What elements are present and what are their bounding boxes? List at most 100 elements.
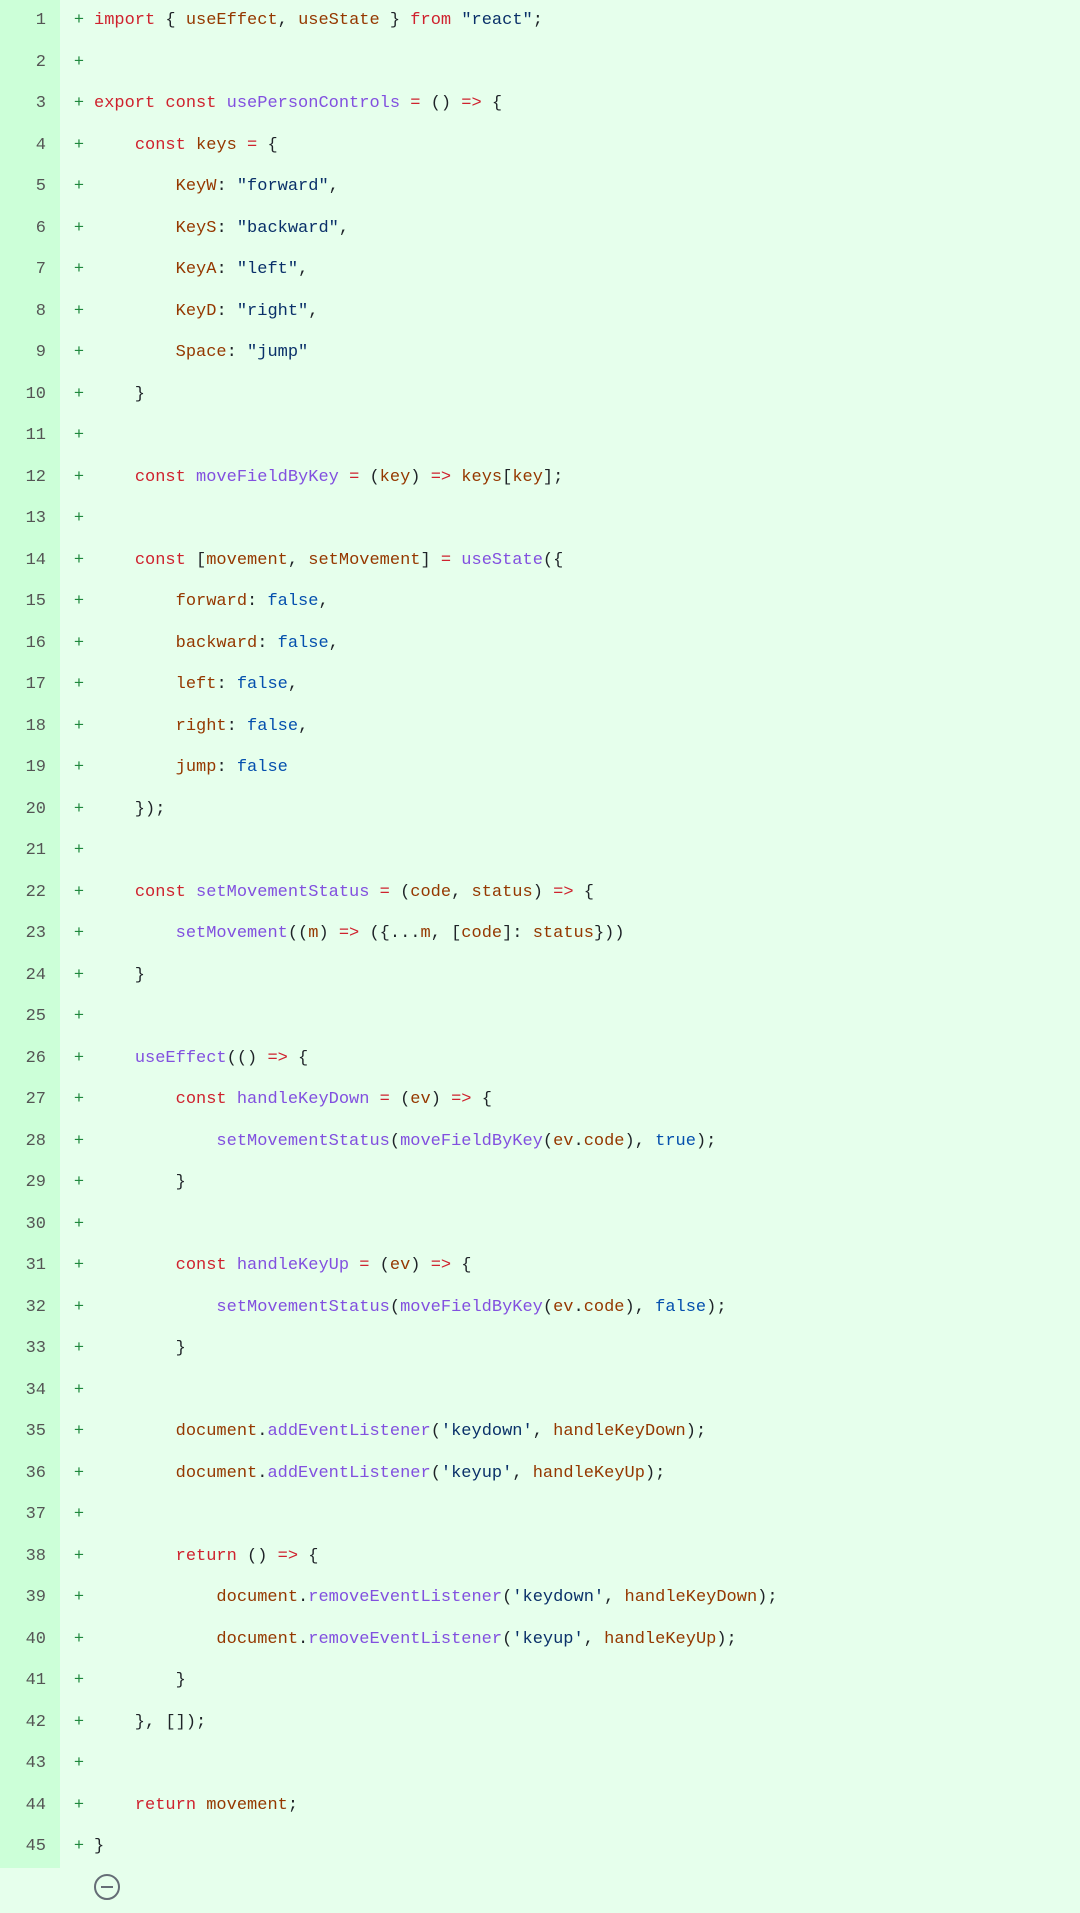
diff-line[interactable]: 24+ } [0,955,1080,997]
line-number[interactable]: 42 [0,1702,60,1744]
diff-line[interactable]: 22+ const setMovementStatus = (code, sta… [0,872,1080,914]
code-content[interactable]: } [90,374,1080,416]
diff-line[interactable]: 29+ } [0,1162,1080,1204]
diff-line[interactable]: 17+ left: false, [0,664,1080,706]
line-number[interactable]: 19 [0,747,60,789]
code-content[interactable]: import { useEffect, useState } from "rea… [90,0,1080,42]
line-number[interactable]: 26 [0,1038,60,1080]
code-content[interactable]: const moveFieldByKey = (key) => keys[key… [90,457,1080,499]
code-content[interactable] [90,1743,1080,1785]
code-content[interactable]: return movement; [90,1785,1080,1827]
line-number[interactable]: 34 [0,1370,60,1412]
diff-line[interactable]: 12+ const moveFieldByKey = (key) => keys… [0,457,1080,499]
code-content[interactable]: useEffect(() => { [90,1038,1080,1080]
line-number[interactable]: 17 [0,664,60,706]
code-content[interactable]: export const usePersonControls = () => { [90,83,1080,125]
line-number[interactable]: 10 [0,374,60,416]
line-number[interactable]: 23 [0,913,60,955]
line-number[interactable]: 8 [0,291,60,333]
code-content[interactable] [90,996,1080,1038]
code-content[interactable]: setMovement((m) => ({...m, [code]: statu… [90,913,1080,955]
code-content[interactable]: return () => { [90,1536,1080,1578]
line-number[interactable]: 25 [0,996,60,1038]
line-number[interactable]: 12 [0,457,60,499]
diff-line[interactable]: 34+ [0,1370,1080,1412]
diff-line[interactable]: 25+ [0,996,1080,1038]
line-number[interactable]: 28 [0,1121,60,1163]
diff-line[interactable]: 26+ useEffect(() => { [0,1038,1080,1080]
code-content[interactable]: const [movement, setMovement] = useState… [90,540,1080,582]
line-number[interactable]: 3 [0,83,60,125]
diff-line[interactable]: 20+ }); [0,789,1080,831]
code-content[interactable]: setMovementStatus(moveFieldByKey(ev.code… [90,1287,1080,1329]
diff-line[interactable]: 14+ const [movement, setMovement] = useS… [0,540,1080,582]
diff-line[interactable]: 21+ [0,830,1080,872]
diff-line[interactable]: 4+ const keys = { [0,125,1080,167]
diff-line[interactable]: 3+export const usePersonControls = () =>… [0,83,1080,125]
line-number[interactable]: 39 [0,1577,60,1619]
code-content[interactable] [90,1494,1080,1536]
line-number[interactable]: 30 [0,1204,60,1246]
diff-line[interactable]: 5+ KeyW: "forward", [0,166,1080,208]
line-number[interactable]: 7 [0,249,60,291]
diff-line[interactable]: 33+ } [0,1328,1080,1370]
diff-line[interactable]: 1+import { useEffect, useState } from "r… [0,0,1080,42]
code-content[interactable]: KeyW: "forward", [90,166,1080,208]
line-number[interactable]: 41 [0,1660,60,1702]
code-content[interactable]: } [90,1328,1080,1370]
code-content[interactable]: } [90,1162,1080,1204]
line-number[interactable]: 20 [0,789,60,831]
line-number[interactable]: 27 [0,1079,60,1121]
diff-line[interactable]: 31+ const handleKeyUp = (ev) => { [0,1245,1080,1287]
diff-line[interactable]: 13+ [0,498,1080,540]
line-number[interactable]: 29 [0,1162,60,1204]
line-number[interactable]: 1 [0,0,60,42]
diff-line[interactable]: 39+ document.removeEventListener('keydow… [0,1577,1080,1619]
code-content[interactable]: jump: false [90,747,1080,789]
code-content[interactable]: KeyD: "right", [90,291,1080,333]
diff-line[interactable]: 37+ [0,1494,1080,1536]
code-content[interactable]: setMovementStatus(moveFieldByKey(ev.code… [90,1121,1080,1163]
line-number[interactable]: 37 [0,1494,60,1536]
code-content[interactable]: forward: false, [90,581,1080,623]
diff-line[interactable]: 7+ KeyA: "left", [0,249,1080,291]
line-number[interactable]: 16 [0,623,60,665]
diff-line[interactable]: 2+ [0,42,1080,84]
line-number[interactable]: 13 [0,498,60,540]
code-content[interactable] [90,1204,1080,1246]
diff-line[interactable]: 42+ }, []); [0,1702,1080,1744]
line-number[interactable]: 44 [0,1785,60,1827]
line-number[interactable]: 38 [0,1536,60,1578]
line-number[interactable]: 45 [0,1826,60,1868]
code-content[interactable] [90,42,1080,84]
diff-line[interactable]: 45+} [0,1826,1080,1868]
code-content[interactable]: } [90,1826,1080,1868]
line-number[interactable]: 15 [0,581,60,623]
code-content[interactable]: document.addEventListener('keyup', handl… [90,1453,1080,1495]
code-content[interactable]: } [90,955,1080,997]
line-number[interactable]: 9 [0,332,60,374]
line-number[interactable]: 14 [0,540,60,582]
diff-line[interactable]: 10+ } [0,374,1080,416]
line-number[interactable]: 11 [0,415,60,457]
code-content[interactable]: const setMovementStatus = (code, status)… [90,872,1080,914]
diff-line[interactable]: 30+ [0,1204,1080,1246]
line-number[interactable]: 22 [0,872,60,914]
line-number[interactable]: 4 [0,125,60,167]
code-content[interactable]: document.addEventListener('keydown', han… [90,1411,1080,1453]
code-content[interactable]: Space: "jump" [90,332,1080,374]
code-content[interactable]: document.removeEventListener('keydown', … [90,1577,1080,1619]
diff-line[interactable]: 15+ forward: false, [0,581,1080,623]
diff-line[interactable]: 19+ jump: false [0,747,1080,789]
diff-line[interactable]: 40+ document.removeEventListener('keyup'… [0,1619,1080,1661]
diff-line[interactable]: 23+ setMovement((m) => ({...m, [code]: s… [0,913,1080,955]
code-content[interactable]: backward: false, [90,623,1080,665]
diff-line[interactable]: 11+ [0,415,1080,457]
diff-line[interactable]: 35+ document.addEventListener('keydown',… [0,1411,1080,1453]
line-number[interactable]: 32 [0,1287,60,1329]
diff-line[interactable]: 32+ setMovementStatus(moveFieldByKey(ev.… [0,1287,1080,1329]
diff-line[interactable]: 6+ KeyS: "backward", [0,208,1080,250]
diff-line[interactable]: 8+ KeyD: "right", [0,291,1080,333]
line-number[interactable]: 2 [0,42,60,84]
code-content[interactable]: right: false, [90,706,1080,748]
